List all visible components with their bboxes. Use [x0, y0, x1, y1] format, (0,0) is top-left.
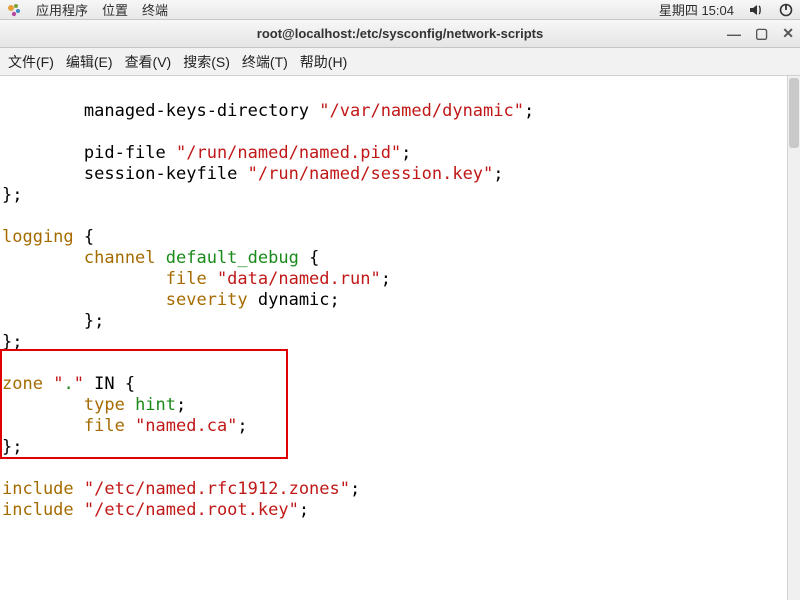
- code-keyword: severity: [2, 290, 248, 310]
- code-text: managed-keys-directory: [2, 101, 319, 121]
- window-title: root@localhost:/etc/sysconfig/network-sc…: [257, 26, 543, 41]
- menu-terminal-tab[interactable]: 终端(T): [242, 52, 288, 72]
- code-text: ;: [401, 143, 411, 163]
- code-string: "/run/named/named.pid": [176, 143, 401, 163]
- code-text: };: [2, 185, 22, 205]
- menu-places[interactable]: 位置: [102, 0, 128, 19]
- code-string: "/var/named/dynamic": [319, 101, 524, 121]
- menu-edit[interactable]: 编辑(E): [66, 52, 113, 72]
- code-text: };: [2, 311, 104, 331]
- code-string: "data/named.run": [217, 269, 381, 289]
- code-string: "/etc/named.root.key": [84, 500, 299, 520]
- code-text: pid-file: [2, 143, 176, 163]
- code-string: "/run/named/session.key": [248, 164, 494, 184]
- window-titlebar[interactable]: root@localhost:/etc/sysconfig/network-sc…: [0, 20, 800, 48]
- close-button[interactable]: ✕: [782, 25, 794, 42]
- code-keyword: channel: [2, 248, 166, 268]
- code-ident: hint: [135, 395, 176, 415]
- menu-view[interactable]: 查看(V): [125, 52, 172, 72]
- code-keyword: logging: [2, 227, 74, 247]
- code-text: ;: [381, 269, 391, 289]
- gnome-top-panel: 应用程序 位置 终端 星期四 15:04: [0, 0, 800, 20]
- menu-search[interactable]: 搜索(S): [183, 52, 230, 72]
- code-text: {: [299, 248, 319, 268]
- power-icon[interactable]: [778, 2, 794, 18]
- top-panel-left: 应用程序 位置 终端: [6, 0, 168, 19]
- code-text: ;: [237, 416, 247, 436]
- window-controls: — ▢ ✕: [727, 20, 794, 47]
- code-text: dynamic;: [248, 290, 340, 310]
- code-string: "named.ca": [135, 416, 237, 436]
- code-string: "/etc/named.rfc1912.zones": [84, 479, 350, 499]
- terminal-window: root@localhost:/etc/sysconfig/network-sc…: [0, 20, 800, 600]
- menu-terminal[interactable]: 终端: [142, 0, 168, 19]
- maximize-button[interactable]: ▢: [755, 25, 768, 42]
- code-text: ;: [299, 500, 309, 520]
- code-keyword: file: [2, 269, 217, 289]
- code-text: ;: [493, 164, 503, 184]
- code-string: ": [53, 374, 63, 394]
- top-panel-right: 星期四 15:04: [659, 0, 794, 19]
- code-keyword: type: [2, 395, 135, 415]
- menubar: 文件(F) 编辑(E) 查看(V) 搜索(S) 终端(T) 帮助(H): [0, 48, 800, 76]
- minimize-button[interactable]: —: [727, 26, 741, 42]
- scrollbar-thumb[interactable]: [789, 78, 799, 148]
- code-text: ;: [176, 395, 186, 415]
- code-ident: .: [63, 374, 73, 394]
- code-ident: default_debug: [166, 248, 299, 268]
- code-text: ;: [524, 101, 534, 121]
- volume-icon[interactable]: [748, 2, 764, 18]
- code-text: ;: [350, 479, 360, 499]
- foot-icon[interactable]: [6, 2, 22, 18]
- code-keyword: include: [2, 479, 84, 499]
- code-string: ": [74, 374, 84, 394]
- code-text: };: [2, 437, 22, 457]
- menu-help[interactable]: 帮助(H): [300, 52, 347, 72]
- code-keyword: zone: [2, 374, 53, 394]
- scrollbar[interactable]: [787, 76, 800, 600]
- menu-file[interactable]: 文件(F): [8, 52, 54, 72]
- menu-applications[interactable]: 应用程序: [36, 0, 88, 19]
- code-text: session-keyfile: [2, 164, 248, 184]
- code-keyword: include: [2, 500, 84, 520]
- code-text: IN {: [84, 374, 135, 394]
- terminal-content[interactable]: managed-keys-directory "/var/named/dynam…: [0, 76, 800, 600]
- code-text: };: [2, 332, 22, 352]
- code-text: {: [74, 227, 94, 247]
- code-keyword: file: [2, 416, 135, 436]
- clock[interactable]: 星期四 15:04: [659, 0, 734, 19]
